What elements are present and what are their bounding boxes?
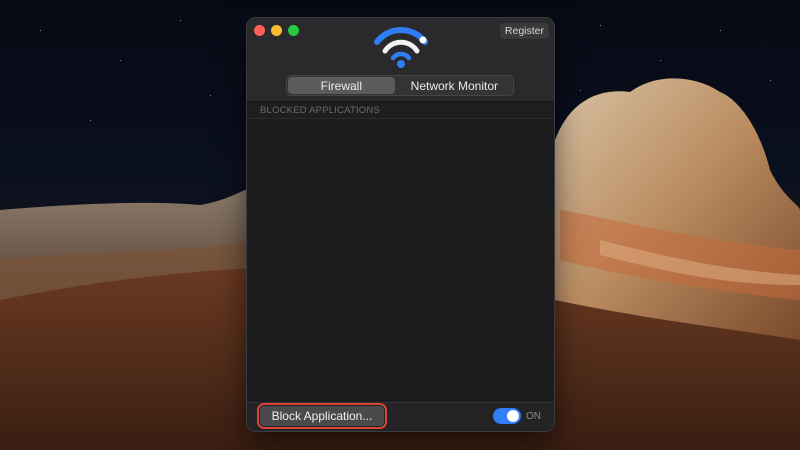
tab-network-monitor[interactable]: Network Monitor xyxy=(396,76,513,95)
tab-firewall[interactable]: Firewall xyxy=(288,77,395,94)
zoom-button[interactable] xyxy=(288,25,299,36)
block-application-button[interactable]: Block Application... xyxy=(257,403,387,429)
toggle-state-label: ON xyxy=(526,411,541,422)
toggle-knob xyxy=(507,410,519,422)
close-button[interactable] xyxy=(254,25,265,36)
tab-bar: Firewall Network Monitor xyxy=(286,75,514,96)
footer-bar: Block Application... ON xyxy=(247,402,554,431)
blocked-applications-list[interactable] xyxy=(247,119,554,402)
desktop-wallpaper: Register Firewall Network Monitor BLOCKE… xyxy=(0,0,800,450)
firewall-toggle[interactable] xyxy=(493,408,521,424)
window-controls xyxy=(254,25,299,36)
minimize-button[interactable] xyxy=(271,25,282,36)
section-header-label: BLOCKED APPLICATIONS xyxy=(260,105,380,116)
blocked-applications-header: BLOCKED APPLICATIONS xyxy=(247,102,554,119)
wifi-logo-icon xyxy=(374,27,428,68)
titlebar: Register Firewall Network Monitor xyxy=(247,18,554,102)
app-window: Register Firewall Network Monitor BLOCKE… xyxy=(246,17,555,432)
register-button[interactable]: Register xyxy=(499,23,549,39)
